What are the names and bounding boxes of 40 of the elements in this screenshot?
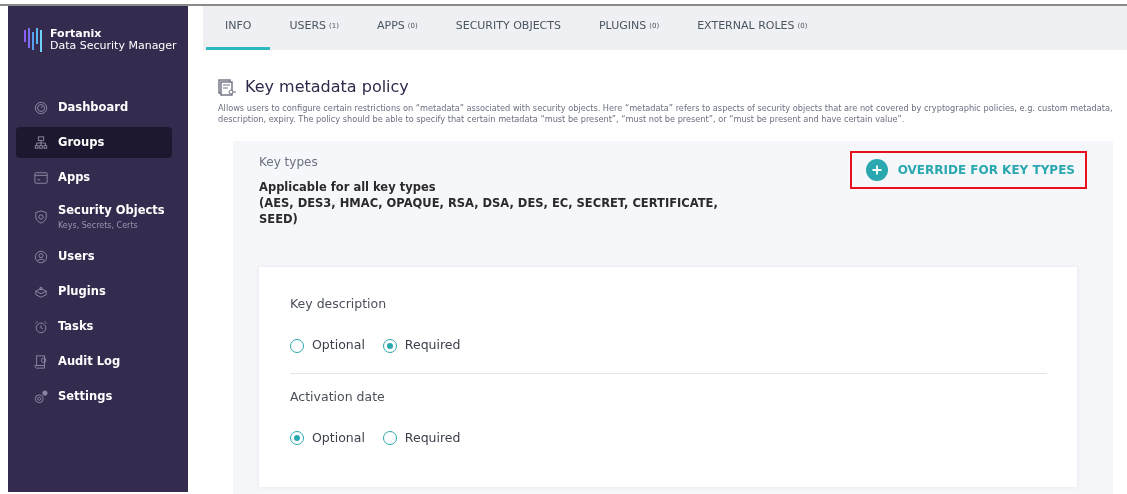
hierarchy-icon bbox=[34, 135, 48, 150]
tab[interactable]: SECURITY OBJECTS bbox=[436, 6, 580, 50]
sidebar-item[interactable]: Plugins bbox=[16, 276, 172, 307]
field-label: Activation date bbox=[290, 387, 386, 406]
applicable-text: Applicable for all key types bbox=[259, 179, 437, 196]
sidebar-item[interactable]: Users bbox=[16, 241, 172, 272]
logo-icon bbox=[24, 26, 44, 54]
sidebar-item[interactable]: Settings bbox=[16, 381, 172, 412]
brand-name: Fortanix bbox=[50, 27, 103, 40]
document-icon bbox=[34, 354, 48, 369]
sidebar-item[interactable]: Apps bbox=[16, 162, 172, 193]
radio-button[interactable] bbox=[382, 431, 397, 446]
key-types-list: (AES, DES3, HMAC, OPAQUE, RSA, DSA, DES, EC, SECRET, CERTIFICATE, SEED) bbox=[259, 195, 729, 228]
radio-button[interactable] bbox=[382, 338, 397, 353]
sidebar-item[interactable]: Tasks bbox=[16, 311, 172, 342]
sidebar-item[interactable]: Dashboard bbox=[16, 92, 172, 123]
section-title: Key metadata policy bbox=[245, 76, 409, 98]
user-icon bbox=[34, 249, 48, 264]
box-icon bbox=[34, 284, 48, 299]
plus-icon bbox=[865, 159, 888, 182]
field-label: Key types bbox=[259, 154, 319, 172]
option-label: Optional bbox=[312, 336, 365, 355]
alarm-clock-icon bbox=[34, 319, 48, 334]
radio-button[interactable] bbox=[290, 431, 304, 446]
window-icon bbox=[34, 170, 48, 185]
product-name: Data Security Manager bbox=[50, 40, 177, 53]
sidebar-item[interactable]: Groups bbox=[16, 127, 172, 158]
radio-button[interactable] bbox=[290, 338, 304, 353]
option-label: Required bbox=[404, 336, 461, 355]
tab[interactable]: INFO bbox=[206, 6, 271, 50]
gear-icon bbox=[34, 389, 48, 404]
policy-icon bbox=[218, 78, 237, 96]
sidebar-item[interactable]: Audit Log bbox=[16, 346, 172, 377]
option-label: Optional bbox=[312, 428, 365, 447]
option-label: Required bbox=[404, 428, 461, 447]
gauge-icon bbox=[34, 100, 48, 115]
shield-icon bbox=[34, 210, 48, 224]
sidebar-item[interactable]: Security Objects Keys, Secrets, Certs bbox=[16, 197, 172, 237]
description-text: Allows users to configure certain restrictions on “metadata” associated with security objects. Here “metadata” refers to aspects of security objects that are not covered by cryptographic policies, e.g. custom metadata, description, expiry. The policy should be able to specify that certain metadata “must be present”, “must not be present”, or “must be present and have certain value”. bbox=[218, 103, 1114, 126]
field-label: Key description bbox=[290, 295, 388, 314]
